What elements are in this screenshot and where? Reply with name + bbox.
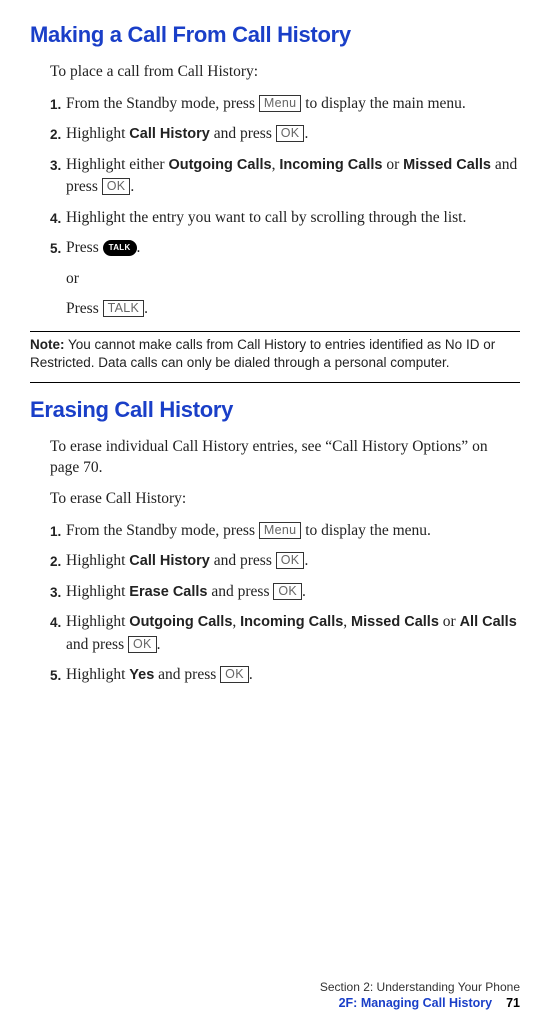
bold-term: Missed Calls [351,614,439,630]
intro-text: To erase Call History: [50,489,520,510]
bold-term: Call History [129,126,210,142]
bold-term: Yes [129,667,154,683]
step-item: 3. Highlight either Outgoing Calls, Inco… [50,154,520,199]
step-text: . [157,636,161,653]
page-number: 71 [506,996,520,1010]
step-text: and press [66,636,128,653]
ok-button-icon: OK [276,125,305,142]
step-text: Highlight [66,613,129,630]
ok-button-icon: OK [102,178,131,195]
step-text: and press [210,125,276,142]
footer-section-label: Section 2: Understanding Your Phone [320,979,520,995]
section-heading: Making a Call From Call History [30,22,520,48]
step-text: and press [210,552,276,569]
talk-key-icon: TALK [103,240,137,256]
sub-step-text: or [66,268,520,290]
step-text: . [137,239,141,256]
step-item: 2. Highlight Call History and press OK. [50,550,520,572]
ok-button-icon: OK [128,636,157,653]
step-list: 1. From the Standby mode, press Menu to … [50,520,520,687]
step-number: 4. [50,613,61,633]
step-text: . [304,552,308,569]
step-item: 4. Highlight the entry you want to call … [50,207,520,229]
bold-term: Missed Calls [403,157,491,173]
step-text: Highlight [66,666,129,683]
step-text: or [439,613,460,630]
intro-text: To erase individual Call History entries… [50,437,520,479]
ok-button-icon: OK [220,666,249,683]
step-number: 1. [50,522,61,542]
step-text: to display the menu. [301,522,431,539]
divider [30,331,520,332]
section-heading: Erasing Call History [30,397,520,423]
step-text: Highlight the entry you want to call by … [66,209,466,226]
step-number: 3. [50,583,61,603]
step-text: From the Standby mode, press [66,95,259,112]
step-text: and press [208,583,274,600]
step-item: 4. Highlight Outgoing Calls, Incoming Ca… [50,611,520,656]
bold-term: All Calls [460,614,517,630]
step-number: 3. [50,156,61,176]
step-number: 2. [50,552,61,572]
bold-term: Outgoing Calls [168,157,271,173]
intro-text: To place a call from Call History: [50,62,520,83]
sub-step-text: Press TALK. [66,298,520,320]
bold-term: Call History [129,553,210,569]
step-item: 3. Highlight Erase Calls and press OK. [50,581,520,603]
page-footer: Section 2: Understanding Your Phone 2F: … [320,979,520,1012]
bold-term: Incoming Calls [279,157,382,173]
step-list: 1. From the Standby mode, press Menu to … [50,93,520,260]
step-number: 4. [50,209,61,229]
ok-button-icon: OK [273,583,302,600]
talk-button-icon: TALK [103,300,145,317]
step-text: to display the main menu. [301,95,465,112]
menu-button-icon: Menu [259,95,301,112]
step-text: and press [154,666,220,683]
step-text: Highlight [66,552,129,569]
note-block: Note: You cannot make calls from Call Hi… [30,336,520,372]
step-text: Highlight either [66,156,168,173]
menu-button-icon: Menu [259,522,301,539]
step-text: or [382,156,403,173]
step-item: 1. From the Standby mode, press Menu to … [50,520,520,542]
step-text: From the Standby mode, press [66,522,259,539]
step-text: . [249,666,253,683]
footer-subsection-label: 2F: Managing Call History [339,996,493,1010]
divider [30,382,520,383]
step-number: 1. [50,95,61,115]
step-text: . [304,125,308,142]
step-number: 5. [50,239,61,259]
step-text: , [343,613,351,630]
note-text: You cannot make calls from Call History … [30,337,495,370]
ok-button-icon: OK [276,552,305,569]
step-text: Press [66,239,103,256]
bold-term: Outgoing Calls [129,614,232,630]
step-number: 5. [50,666,61,686]
step-number: 2. [50,125,61,145]
bold-term: Incoming Calls [240,614,343,630]
step-item: 5. Press TALK. [50,237,520,259]
step-text: . [130,178,134,195]
bold-term: Erase Calls [129,584,207,600]
step-item: 2. Highlight Call History and press OK. [50,123,520,145]
step-text: , [232,613,240,630]
note-label: Note: [30,337,65,352]
step-text: . [302,583,306,600]
step-text: Press [66,300,103,317]
step-text: Highlight [66,583,129,600]
step-text: . [144,300,148,317]
step-item: 1. From the Standby mode, press Menu to … [50,93,520,115]
step-text: Highlight [66,125,129,142]
step-item: 5. Highlight Yes and press OK. [50,664,520,686]
